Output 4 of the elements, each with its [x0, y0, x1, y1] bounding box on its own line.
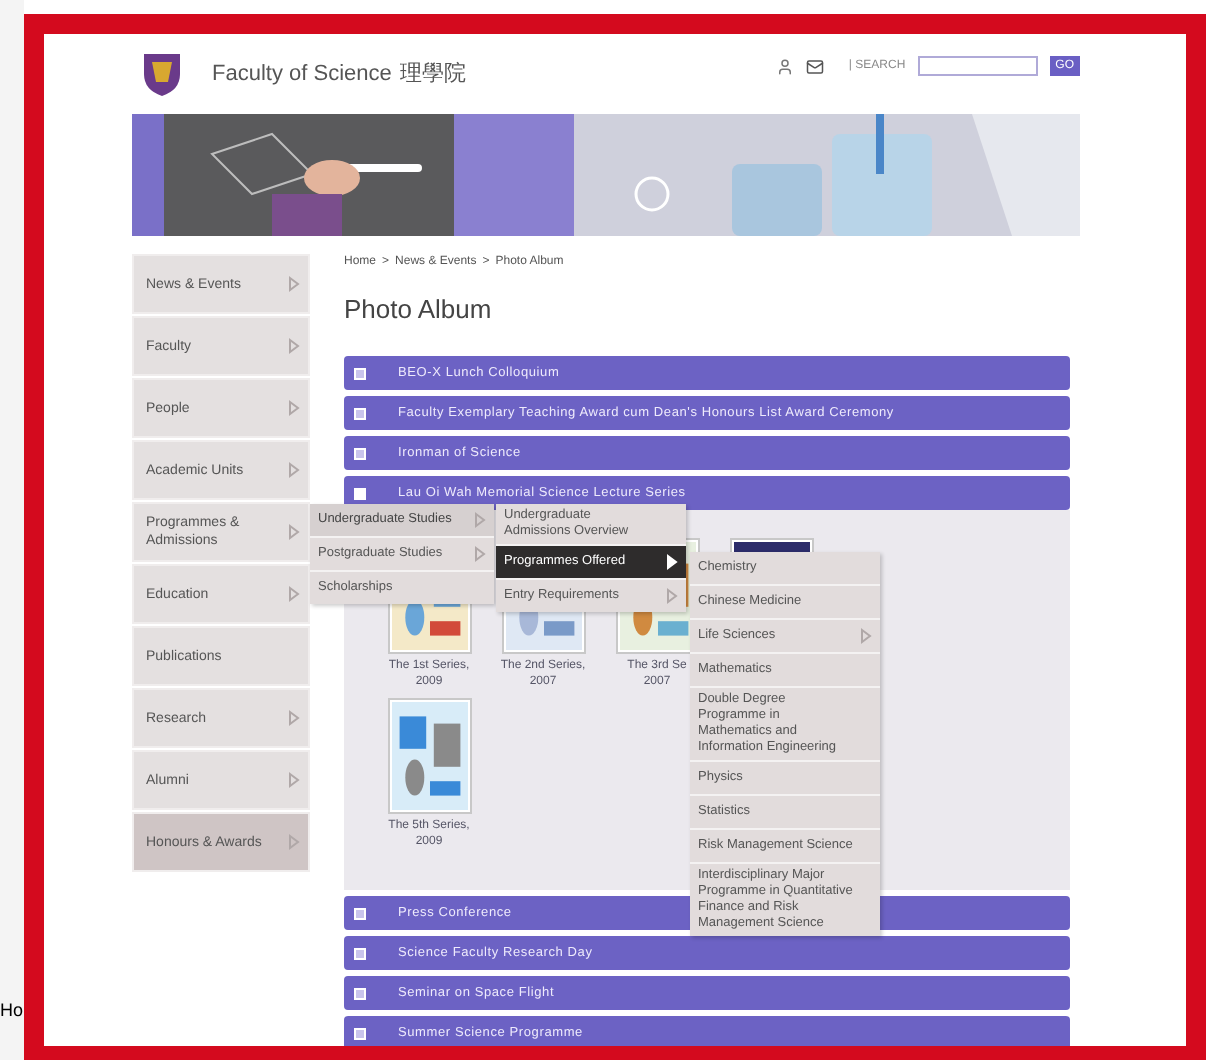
- page-title: Photo Album: [344, 294, 494, 326]
- site-title: Faculty of Science: [212, 59, 392, 90]
- background-text: Ho: [0, 1002, 24, 1020]
- site-title-chinese: 理學院: [399, 59, 466, 90]
